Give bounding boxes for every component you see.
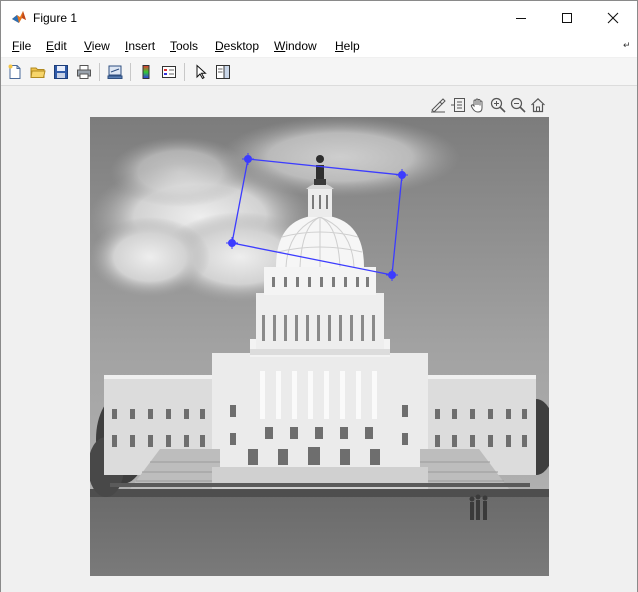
menu-insert[interactable]: Insert [125,39,155,53]
toolbar-separator [99,63,100,81]
link-plot-icon [107,65,123,79]
open-file-icon [30,67,46,78]
open-property-inspector-icon [216,65,230,79]
title-bar[interactable]: Figure 1 [1,1,637,35]
save-icon [54,65,68,79]
maximize-icon [562,13,572,23]
figure-window: Figure 1 File Edit View Insert Tools Des… [0,0,638,592]
minimize-button[interactable] [498,1,544,35]
menu-edit[interactable]: Edit [46,39,67,53]
roi-polygon[interactable] [90,117,549,576]
insert-colorbar-icon [142,65,150,79]
data-tips-button[interactable] [448,95,467,115]
menu-dock-arrow-icon[interactable]: ↵ [623,41,631,51]
print-button[interactable] [73,61,95,83]
image-axes[interactable] [90,117,549,576]
new-figure-button[interactable] [4,61,26,83]
matlab-logo-icon [12,11,26,23]
menu-desktop[interactable]: Desktop [215,39,259,53]
menu-tools[interactable]: Tools [170,39,198,53]
edit-plot-arrow-icon [196,64,207,80]
zoom-in-button[interactable] [488,95,507,115]
brush-button[interactable] [428,95,447,115]
close-icon [607,12,619,24]
toolbar-separator [184,63,185,81]
minimize-icon [516,18,526,19]
toolbar-separator [130,63,131,81]
new-figure-icon [8,64,21,79]
menu-view[interactable]: View [84,39,110,53]
restore-view-home-icon [530,97,545,113]
print-icon [77,65,91,79]
data-tips-icon [450,98,465,112]
roi-vertex-handle[interactable] [386,269,398,281]
menu-help[interactable]: Help [335,39,360,53]
roi-vertex-handle[interactable] [226,237,238,249]
figure-canvas[interactable] [1,87,637,592]
roi-vertex-handle[interactable] [242,153,254,165]
edit-plot-button[interactable] [190,61,212,83]
menu-file[interactable]: File [12,39,31,53]
axes-toolbar [428,95,550,115]
zoom-out-button[interactable] [508,95,527,115]
figure-toolbar [1,58,637,86]
pan-hand-icon [470,98,482,113]
roi-outline[interactable] [231,158,403,276]
maximize-button[interactable] [544,1,590,35]
close-button[interactable] [590,1,636,35]
save-button[interactable] [50,61,72,83]
menu-bar: File Edit View Insert Tools Desktop Wind… [1,35,637,57]
property-inspector-button[interactable] [212,61,234,83]
insert-colorbar-button[interactable] [135,61,157,83]
zoom-out-icon [510,97,526,113]
open-file-button[interactable] [27,61,49,83]
link-plot-button[interactable] [104,61,126,83]
restore-view-button[interactable] [528,95,547,115]
insert-legend-icon [162,66,176,78]
pan-button[interactable] [468,95,487,115]
window-title: Figure 1 [33,11,78,25]
insert-legend-button[interactable] [158,61,180,83]
zoom-in-icon [490,97,506,113]
roi-vertex-handle[interactable] [396,169,408,181]
brush-icon [430,98,446,113]
menu-window[interactable]: Window [274,39,317,53]
